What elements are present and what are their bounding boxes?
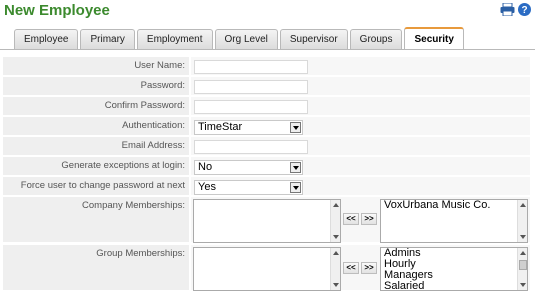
authentication-value: TimeStar	[198, 121, 243, 133]
force-change-value: Yes	[198, 181, 216, 193]
company-add-button[interactable]: >>	[361, 213, 377, 225]
confirm-password-input[interactable]	[194, 100, 308, 114]
company-selected-list[interactable]: VoxUrbana Music Co.	[380, 199, 528, 243]
tab-security[interactable]: Security	[404, 27, 464, 49]
email-label: Email Address:	[3, 137, 189, 156]
force-change-select[interactable]: Yes	[194, 180, 303, 195]
company-remove-button[interactable]: <<	[343, 213, 359, 225]
chevron-down-icon[interactable]	[290, 162, 301, 173]
force-change-label: Force user to change password at next lo…	[3, 177, 189, 208]
scrollbar[interactable]	[517, 248, 527, 290]
authentication-label: Authentication:	[3, 117, 189, 136]
generate-exceptions-label: Generate exceptions at login:	[3, 157, 189, 176]
title-icons: ?	[500, 3, 531, 16]
tab-primary[interactable]: Primary	[80, 29, 135, 49]
scroll-down-icon[interactable]	[332, 233, 340, 241]
authentication-select[interactable]: TimeStar	[194, 120, 303, 135]
group-memberships-label: Group Memberships:	[3, 245, 189, 291]
scrollbar[interactable]	[330, 200, 340, 242]
username-input[interactable]	[194, 60, 308, 74]
company-memberships-label: Company Memberships:	[3, 197, 189, 243]
scroll-down-icon[interactable]	[332, 281, 340, 289]
scrollbar[interactable]	[517, 200, 527, 242]
tab-employment[interactable]: Employment	[136, 29, 213, 49]
confirm-password-label: Confirm Password:	[3, 97, 189, 116]
password-label: Password:	[3, 77, 189, 96]
printer-icon[interactable]	[500, 3, 515, 16]
chevron-down-icon[interactable]	[290, 122, 301, 133]
scroll-down-icon[interactable]	[519, 233, 527, 241]
generate-exceptions-select[interactable]: No	[194, 160, 303, 175]
scroll-thumb[interactable]	[519, 260, 527, 270]
scroll-down-icon[interactable]	[519, 281, 527, 289]
group-available-list[interactable]	[193, 247, 341, 291]
list-item[interactable]: VoxUrbana Music Co.	[381, 200, 527, 211]
username-label: User Name:	[3, 57, 189, 76]
generate-exceptions-value: No	[198, 161, 213, 173]
svg-text:?: ?	[521, 5, 527, 16]
scroll-up-icon[interactable]	[332, 249, 340, 257]
tab-supervisor[interactable]: Supervisor	[279, 29, 348, 49]
list-item[interactable]: Salaried	[381, 281, 527, 291]
scrollbar[interactable]	[330, 248, 340, 290]
tab-org-level[interactable]: Org Level	[214, 29, 278, 49]
scroll-up-icon[interactable]	[519, 249, 527, 257]
email-input[interactable]	[194, 140, 308, 154]
group-selected-list[interactable]: Admins Hourly Managers Salaried	[380, 247, 528, 291]
password-input[interactable]	[194, 80, 308, 94]
tab-divider	[0, 49, 535, 50]
page-title: New Employee	[4, 2, 110, 19]
tab-employee[interactable]: Employee	[14, 29, 79, 49]
scroll-up-icon[interactable]	[332, 201, 340, 209]
company-available-list[interactable]	[193, 199, 341, 243]
chevron-down-icon[interactable]	[290, 182, 301, 193]
tab-groups[interactable]: Groups	[349, 29, 403, 49]
help-icon[interactable]: ?	[518, 3, 531, 16]
scroll-up-icon[interactable]	[519, 201, 527, 209]
group-remove-button[interactable]: <<	[343, 262, 359, 274]
tab-bar: Employee Primary Employment Org Level Su…	[14, 27, 466, 49]
group-add-button[interactable]: >>	[361, 262, 377, 274]
